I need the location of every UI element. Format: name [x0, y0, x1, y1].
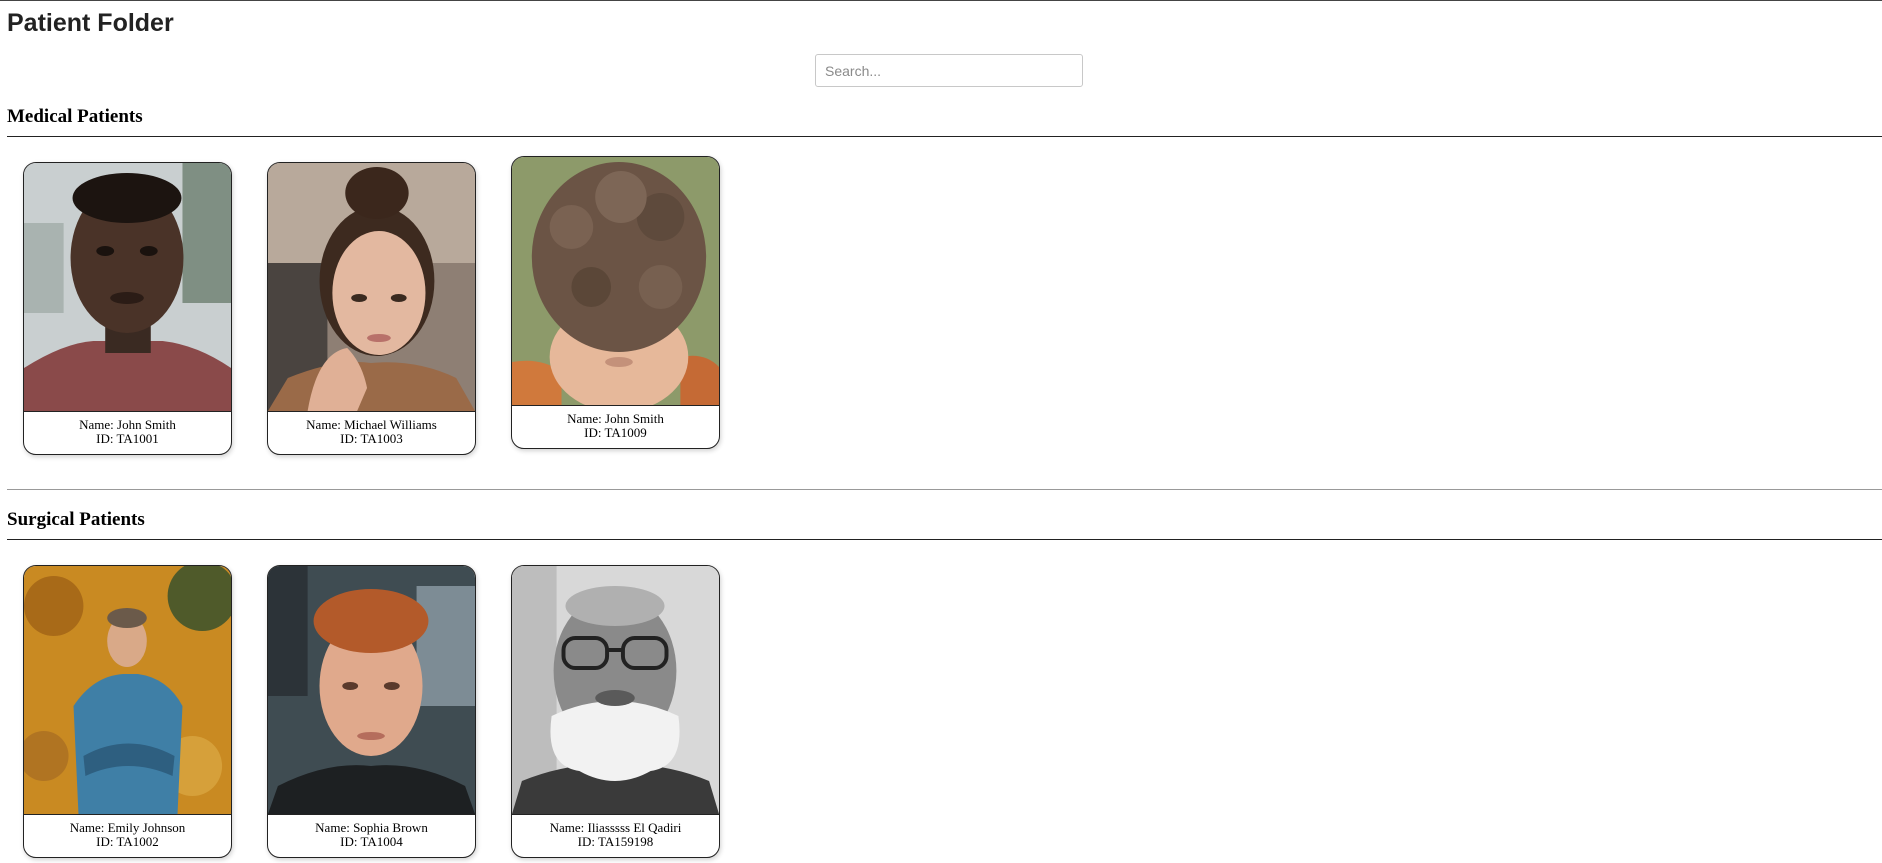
- section-separator: [7, 489, 1882, 490]
- patient-id: ID: TA159198: [577, 834, 654, 849]
- patient-name: Name: Michael Williams: [306, 417, 437, 432]
- patient-photo: [24, 566, 231, 815]
- patient-id: ID: TA1001: [96, 431, 159, 446]
- patient-name: Name: Iliasssss El Qadiri: [549, 820, 682, 835]
- patient-name: Name: John Smith: [79, 417, 176, 432]
- patient-id: ID: TA1002: [96, 834, 159, 849]
- search-input[interactable]: [815, 54, 1083, 87]
- patient-id: ID: TA1009: [584, 425, 647, 440]
- patient-photo: [268, 566, 475, 815]
- section-divider: [7, 136, 1882, 137]
- patient-photo: [24, 163, 231, 412]
- section-divider: [7, 539, 1882, 540]
- patient-photo: [512, 157, 719, 406]
- patient-photo: [268, 163, 475, 412]
- patient-id: ID: TA1004: [340, 834, 403, 849]
- patient-name: Name: Sophia Brown: [315, 820, 428, 835]
- patient-card[interactable]: Name: Sophia Brown ID: TA1004: [267, 565, 476, 858]
- patient-card[interactable]: Name: John Smith ID: TA1009: [511, 156, 720, 449]
- patient-card[interactable]: Name: John Smith ID: TA1001: [23, 162, 232, 455]
- patient-card[interactable]: Name: Emily Johnson ID: TA1002: [23, 565, 232, 858]
- page-title: Patient Folder: [7, 9, 174, 37]
- section-title-surgical: Surgical Patients: [7, 509, 145, 530]
- section-title-medical: Medical Patients: [7, 106, 143, 127]
- patient-photo: [512, 566, 719, 815]
- patient-card[interactable]: Name: Michael Williams ID: TA1003: [267, 162, 476, 455]
- patient-id: ID: TA1003: [340, 431, 403, 446]
- patient-name: Name: Emily Johnson: [69, 820, 186, 835]
- patient-name: Name: John Smith: [567, 411, 664, 426]
- patient-card[interactable]: Name: Iliasssss El Qadiri ID: TA159198: [511, 565, 720, 858]
